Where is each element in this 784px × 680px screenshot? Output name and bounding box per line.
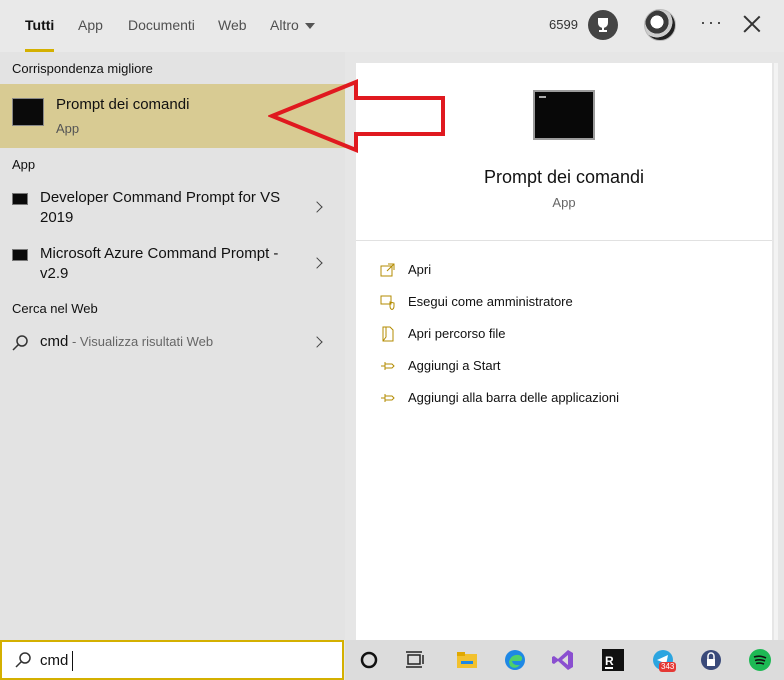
- cortana-icon[interactable]: [357, 648, 381, 672]
- action-label: Apri percorso file: [408, 326, 506, 341]
- best-match-title: Prompt dei comandi: [56, 96, 190, 113]
- web-suffix: - Visualizza risultati Web: [68, 334, 214, 349]
- trophy-icon[interactable]: [588, 10, 618, 40]
- list-item-web-search[interactable]: cmd - Visualizza risultati Web: [0, 330, 345, 358]
- tab-tutti[interactable]: Tutti: [25, 0, 55, 52]
- action-pin-to-start[interactable]: Aggiungi a Start: [356, 352, 772, 380]
- edge-icon[interactable]: [503, 648, 527, 672]
- svg-text:R: R: [605, 654, 614, 668]
- text-caret: [72, 651, 73, 671]
- search-icon: [12, 335, 28, 351]
- file-explorer-icon[interactable]: [455, 648, 479, 672]
- action-label: Esegui come amministratore: [408, 294, 573, 309]
- action-open[interactable]: Apri: [356, 256, 772, 284]
- command-prompt-icon: [12, 98, 44, 126]
- best-match-heading: Corrispondenza migliore: [12, 61, 153, 76]
- preview-subtitle: App: [552, 195, 576, 210]
- action-label: Aggiungi alla barra delle applicazioni: [408, 390, 620, 405]
- web-search-heading: Cerca nel Web: [12, 301, 98, 316]
- rider-icon[interactable]: R: [601, 648, 625, 672]
- chevron-right-icon[interactable]: [311, 257, 323, 269]
- tab-documenti[interactable]: Documenti: [128, 0, 195, 52]
- web-search-text: cmd - Visualizza risultati Web: [40, 332, 290, 352]
- command-prompt-icon: [533, 90, 595, 140]
- close-icon[interactable]: [743, 15, 761, 33]
- pin-icon: [381, 362, 395, 370]
- telegram-icon[interactable]: 343: [651, 648, 677, 672]
- command-prompt-icon: [12, 249, 28, 261]
- tab-app[interactable]: App: [78, 0, 103, 52]
- tab-web[interactable]: Web: [218, 0, 247, 52]
- search-box[interactable]: cmd: [0, 640, 344, 680]
- annotation-arrow-icon: [268, 79, 445, 153]
- search-tabs-bar: Tutti App Documenti Web Altro 6599 ···: [0, 0, 784, 52]
- scrollbar[interactable]: [774, 63, 778, 640]
- list-item-label: Microsoft Azure Command Prompt - v2.9: [40, 245, 279, 282]
- search-input[interactable]: cmd: [40, 652, 320, 669]
- action-pin-to-taskbar[interactable]: Aggiungi alla barra delle applicazioni: [356, 384, 772, 412]
- action-open-file-location[interactable]: Apri percorso file: [356, 320, 772, 348]
- file-location-icon: [382, 326, 394, 342]
- search-icon: [15, 652, 31, 668]
- action-label: Aggiungi a Start: [408, 358, 501, 373]
- tab-altro-label: Altro: [270, 17, 299, 33]
- task-view-icon[interactable]: [403, 648, 427, 672]
- action-label: Apri: [408, 262, 432, 277]
- open-icon: [380, 263, 395, 277]
- list-item-dev-command-prompt[interactable]: Developer Command Prompt for VS 2019: [0, 186, 345, 238]
- more-options-icon[interactable]: ···: [700, 12, 724, 33]
- web-query: cmd: [40, 333, 69, 350]
- best-match-subtitle: App: [56, 121, 80, 136]
- taskbar: R 343: [345, 640, 784, 680]
- preview-title: Prompt dei comandi: [483, 167, 645, 187]
- action-run-as-admin[interactable]: Esegui come amministratore: [356, 288, 772, 316]
- tab-altro[interactable]: Altro: [270, 0, 315, 52]
- chevron-right-icon[interactable]: [311, 201, 323, 213]
- chevron-right-icon[interactable]: [311, 336, 323, 348]
- chevron-down-icon: [304, 23, 315, 30]
- rewards-points: 6599: [549, 17, 578, 32]
- spotify-icon[interactable]: [748, 648, 772, 672]
- list-item-label: Developer Command Prompt for VS 2019: [40, 189, 281, 226]
- avatar[interactable]: [644, 9, 676, 41]
- visual-studio-icon[interactable]: [551, 648, 575, 672]
- telegram-badge: 343: [659, 662, 677, 672]
- shield-icon: [380, 295, 395, 310]
- apps-heading: App: [12, 157, 36, 172]
- divider: [356, 240, 772, 241]
- list-item-azure-command-prompt[interactable]: Microsoft Azure Command Prompt - v2.9: [0, 242, 345, 294]
- pin-icon: [381, 394, 395, 402]
- lock-app-icon[interactable]: [699, 648, 723, 672]
- command-prompt-icon: [12, 193, 28, 205]
